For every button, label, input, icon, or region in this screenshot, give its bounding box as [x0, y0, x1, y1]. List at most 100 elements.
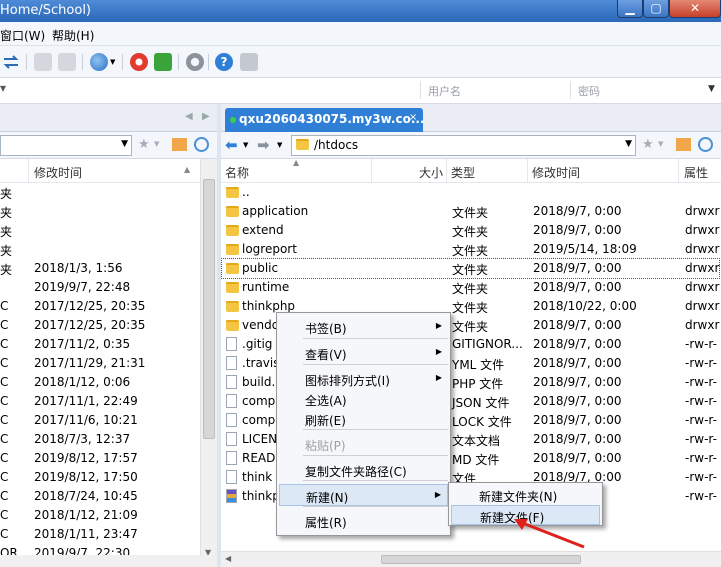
remote-path-input[interactable]: /htdocs ▼: [291, 135, 636, 156]
paste-icon[interactable]: [58, 53, 76, 71]
list-item[interactable]: 夹: [0, 202, 200, 221]
col-attributes[interactable]: 属性: [684, 164, 708, 181]
col-size[interactable]: 大小: [419, 164, 443, 181]
file-type: PHP 文件: [452, 377, 504, 391]
list-item[interactable]: C 2017/11/2, 0:35: [0, 335, 200, 354]
refresh-icon[interactable]: [698, 137, 713, 152]
table-row[interactable]: ..: [222, 183, 719, 202]
home-icon[interactable]: [172, 138, 187, 151]
left-horizontal-scrollbar[interactable]: [0, 555, 217, 567]
list-item[interactable]: C 2017/12/25, 20:35: [0, 297, 200, 316]
android-icon[interactable]: [154, 53, 172, 71]
bookmark-dropdown-icon[interactable]: ▼: [154, 140, 159, 148]
file-modified: 2018/9/7, 0:00: [533, 318, 622, 332]
col-divider: [527, 159, 528, 183]
context-menu-item[interactable]: 查看(V) ▶: [279, 342, 448, 364]
list-item[interactable]: C 2018/7/3, 12:37: [0, 430, 200, 449]
table-row[interactable]: runtime 文件夹 2018/9/7, 0:00 drwxr: [222, 278, 719, 297]
tab-scroll-left-icon[interactable]: ◀: [185, 111, 193, 122]
gear-icon[interactable]: [186, 53, 204, 71]
context-menu-item[interactable]: 属性(R): [279, 510, 448, 532]
file-type: YML 文件: [452, 358, 505, 372]
folder-icon: [226, 263, 239, 274]
minimize-button[interactable]: ▁: [617, 0, 643, 18]
back-dropdown-icon[interactable]: ▼: [243, 141, 248, 149]
left-col-modified[interactable]: 修改时间: [34, 164, 82, 181]
sync-icon[interactable]: [130, 53, 148, 71]
table-row[interactable]: application 文件夹 2018/9/7, 0:00 drwxr: [222, 202, 719, 221]
col-divider: [446, 159, 447, 183]
connbar-left-dropdown-icon[interactable]: ▾: [0, 81, 6, 95]
context-menu-item[interactable]: 全选(A): [279, 388, 448, 410]
list-item[interactable]: 夹: [0, 240, 200, 259]
list-item[interactable]: C 2018/1/11, 23:47: [0, 525, 200, 544]
tab-scroll-right-icon[interactable]: ▶: [202, 111, 210, 122]
chevron-down-icon[interactable]: ▼: [625, 139, 632, 149]
col-name[interactable]: 名称: [225, 164, 249, 181]
transfer-arrows-icon[interactable]: [2, 55, 20, 69]
file-name: C: [0, 299, 9, 313]
list-item[interactable]: C 2018/1/12, 21:09: [0, 506, 200, 525]
file-name: 夹: [0, 206, 13, 220]
scrollbar-thumb[interactable]: [203, 179, 215, 439]
file-name: runtime: [242, 280, 290, 294]
password-input[interactable]: 密码: [578, 83, 600, 99]
username-input[interactable]: 用户名: [428, 83, 461, 99]
list-item[interactable]: 2019/9/7, 22:48: [0, 278, 200, 297]
menu-help[interactable]: 帮助(H): [52, 27, 94, 44]
bookmark-star-icon[interactable]: ★: [138, 137, 150, 152]
context-menu-item[interactable]: 复制文件夹路径(C): [279, 459, 448, 481]
context-menu-item[interactable]: 书签(B) ▶: [279, 316, 448, 338]
list-item[interactable]: C 2017/11/6, 10:21: [0, 411, 200, 430]
back-arrow-icon[interactable]: ⬅: [225, 136, 238, 154]
list-item[interactable]: C 2019/8/12, 17:57: [0, 449, 200, 468]
right-horizontal-scrollbar[interactable]: ◀: [221, 551, 721, 567]
list-item[interactable]: C 2019/8/12, 17:50: [0, 468, 200, 487]
context-menu-item[interactable]: 新建(N) ▶: [279, 484, 448, 506]
menu-separator: [303, 364, 448, 365]
col-type[interactable]: 类型: [451, 164, 475, 181]
globe-dropdown-icon[interactable]: ▼: [110, 58, 115, 66]
help-icon[interactable]: ?: [215, 53, 233, 71]
list-item[interactable]: C 2017/12/25, 20:35: [0, 316, 200, 335]
forward-dropdown-icon[interactable]: ▼: [277, 141, 282, 149]
tab-remote-site[interactable]: qxu2060430075.my3w.co... ×: [225, 108, 425, 132]
connbar-dropdown-icon[interactable]: ▼: [708, 84, 715, 94]
chevron-down-icon[interactable]: ▼: [121, 139, 128, 149]
submenu-item[interactable]: 新建文件夹(N): [451, 485, 600, 505]
bookmark-dropdown-icon[interactable]: ▼: [658, 140, 663, 148]
list-item[interactable]: 夹 2018/1/3, 1:56: [0, 259, 200, 278]
close-button[interactable]: ✕: [669, 0, 721, 18]
bookmark-star-icon[interactable]: ★: [642, 137, 654, 152]
left-path-input[interactable]: ▼: [0, 135, 132, 156]
scrollbar-thumb[interactable]: [381, 555, 581, 564]
table-row[interactable]: logreport 文件夹 2019/5/14, 18:09 drwxr: [222, 240, 719, 259]
tab-close-icon[interactable]: ×: [409, 112, 417, 123]
file-modified: 2017/11/2, 0:35: [34, 337, 131, 351]
table-row[interactable]: public 文件夹 2018/9/7, 0:00 drwxr: [221, 258, 720, 279]
home-icon[interactable]: [676, 138, 691, 151]
chat-icon[interactable]: [240, 53, 258, 71]
menu-window[interactable]: 窗口(W): [0, 27, 45, 44]
left-col-scroll-up-icon[interactable]: ▲: [184, 165, 190, 174]
table-row[interactable]: extend 文件夹 2018/9/7, 0:00 drwxr: [222, 221, 719, 240]
globe-icon[interactable]: [90, 53, 108, 71]
file-modified: 2018/7/3, 12:37: [34, 432, 131, 446]
list-item[interactable]: 夹: [0, 183, 200, 202]
left-vertical-scrollbar[interactable]: ▼: [200, 159, 217, 557]
copy-icon[interactable]: [34, 53, 52, 71]
list-item[interactable]: 夹: [0, 221, 200, 240]
list-item[interactable]: C 2017/11/29, 21:31: [0, 354, 200, 373]
list-item[interactable]: C 2017/11/1, 22:49: [0, 392, 200, 411]
context-menu-item[interactable]: 图标排列方式(I) ▶: [279, 368, 448, 390]
file-name: .gitig: [242, 337, 273, 351]
refresh-icon[interactable]: [194, 137, 209, 152]
menu-item-label: 复制文件夹路径(C): [305, 465, 407, 479]
scroll-left-icon[interactable]: ◀: [225, 554, 231, 563]
list-item[interactable]: C 2018/1/12, 0:06: [0, 373, 200, 392]
list-item[interactable]: C 2018/7/24, 10:45: [0, 487, 200, 506]
maximize-button[interactable]: ▢: [643, 0, 669, 18]
col-modified[interactable]: 修改时间: [532, 164, 580, 181]
forward-arrow-icon[interactable]: ➡: [257, 136, 270, 154]
context-menu-item[interactable]: 刷新(E): [279, 408, 448, 430]
